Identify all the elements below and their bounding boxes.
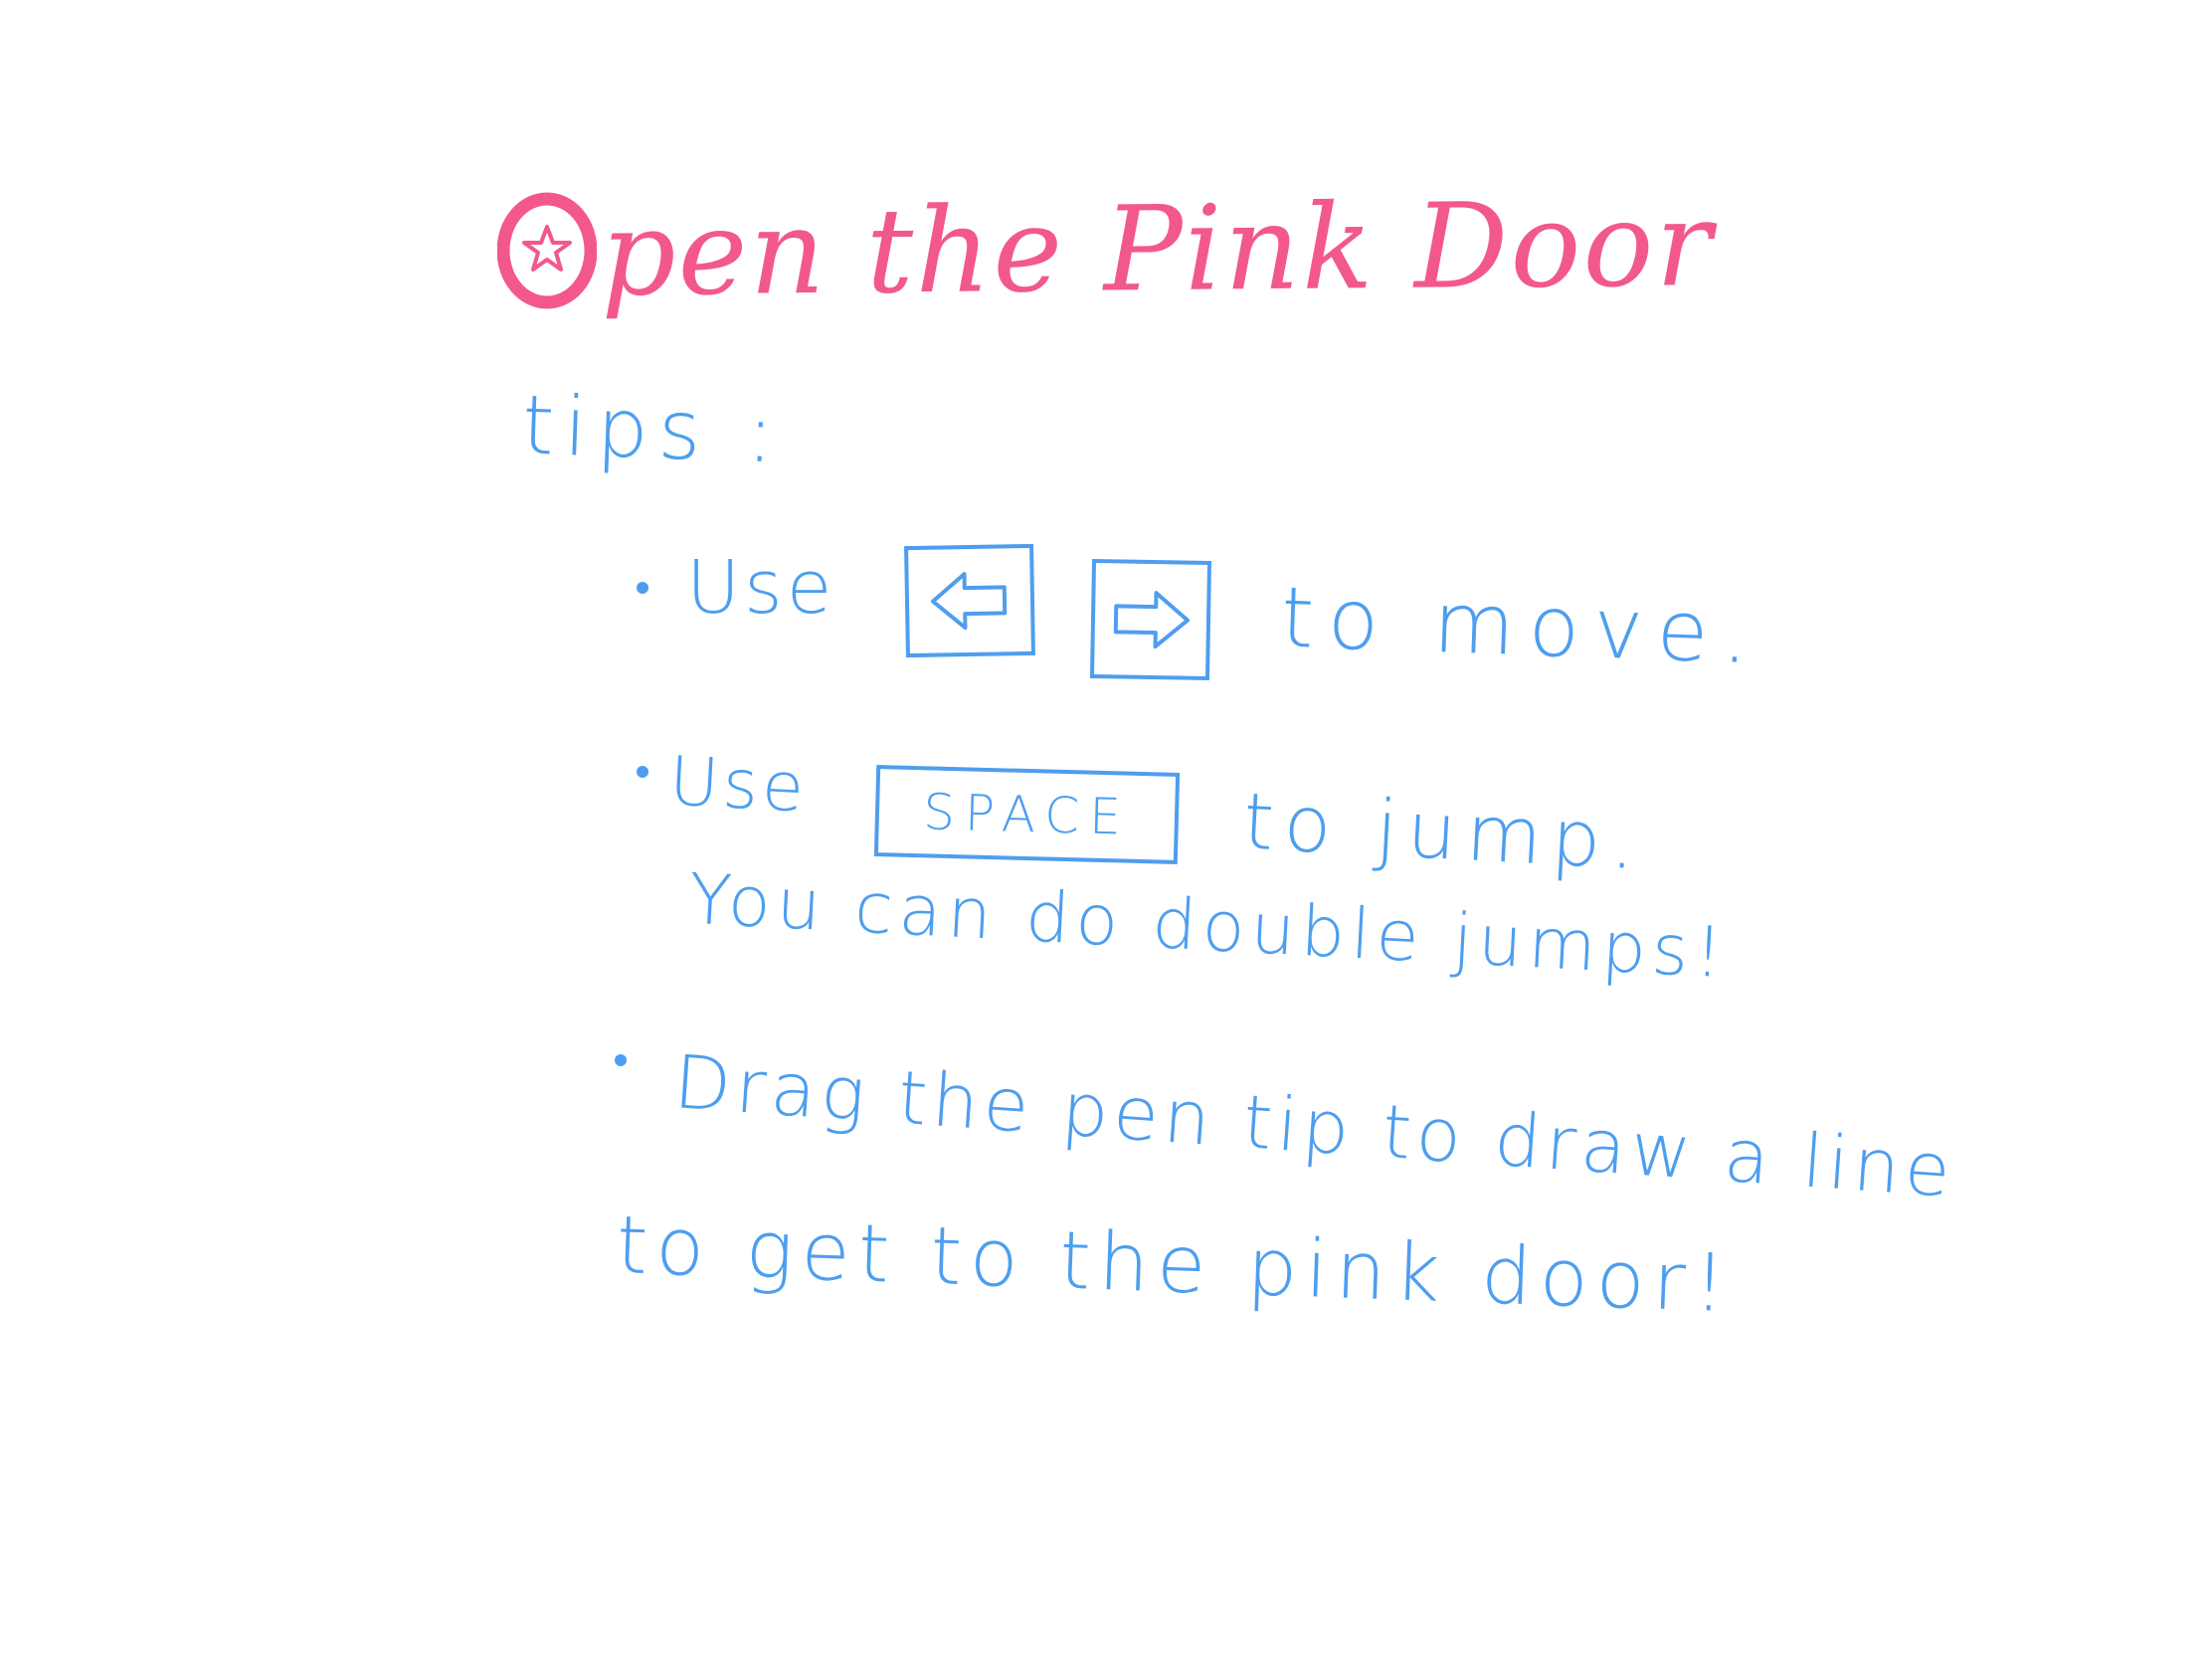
pink-door-instruction: to get to the pink door! <box>615 1198 1736 1331</box>
left-arrow-key <box>904 543 1035 658</box>
right-arrow-key-icon <box>1113 591 1190 649</box>
move-instruction: to move. <box>1279 568 1764 683</box>
bullet-dot <box>637 582 648 594</box>
tutorial-screen: pen the Pink Door tips : Use to move. Us… <box>0 0 2212 1659</box>
bullet-dot <box>615 1054 627 1066</box>
tips-heading: tips : <box>520 378 786 482</box>
jump-instruction: to jump. <box>1240 777 1648 888</box>
game-title: pen the Pink Door <box>496 149 1715 348</box>
title-text: pen the Pink Door <box>600 175 1715 322</box>
space-key-label: SPACE <box>922 783 1132 846</box>
bullet-dot <box>637 766 648 778</box>
left-arrow-key-icon <box>931 572 1008 631</box>
draw-line-instruction: Drag the pen tip to draw a line <box>671 1039 1958 1214</box>
right-arrow-key <box>1089 558 1212 681</box>
use-label: Use <box>667 742 811 829</box>
use-label: Use <box>686 545 836 631</box>
star-circle-icon <box>496 179 598 318</box>
space-key: SPACE <box>873 765 1181 864</box>
